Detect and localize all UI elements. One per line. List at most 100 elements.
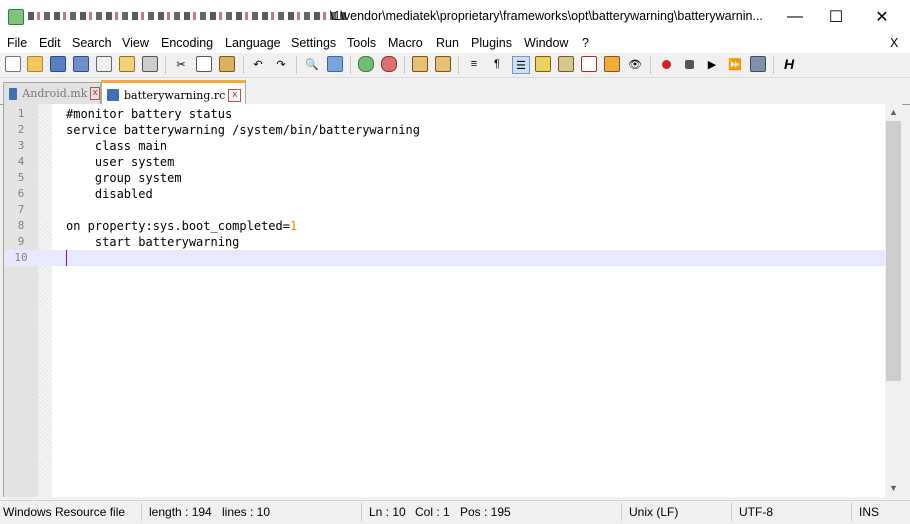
- menu-run[interactable]: Run: [436, 36, 459, 50]
- status-lines: lines : 10: [222, 505, 271, 519]
- maximize-button[interactable]: ☐: [813, 0, 859, 33]
- minimize-button[interactable]: —: [772, 0, 818, 33]
- sync-vertical-icon[interactable]: [412, 56, 428, 72]
- line-number: 9: [17, 235, 25, 248]
- zoom-in-icon[interactable]: [358, 56, 374, 72]
- find-icon[interactable]: 🔍: [304, 56, 320, 72]
- menu-tools[interactable]: Tools: [347, 36, 376, 50]
- print-icon[interactable]: [142, 56, 158, 72]
- line-text-plain: on property:sys.boot_completed=: [66, 219, 290, 233]
- title-bar: \1\vendor\mediatek\proprietary\framework…: [0, 0, 910, 33]
- status-length: length : 194: [149, 505, 212, 519]
- toolbar: ✂ ↶ ↷ 🔍 ≡ ¶ ☰ 👁 ▶ ⏩ H: [0, 53, 910, 78]
- close-document-button[interactable]: X: [890, 36, 898, 50]
- line-number: 3: [17, 139, 25, 152]
- run-macro-multiple-icon[interactable]: ⏩: [727, 56, 743, 72]
- menu-language[interactable]: Language: [225, 36, 281, 50]
- line-number: 5: [17, 171, 25, 184]
- line-text: start batterywarning: [66, 235, 240, 249]
- new-file-icon[interactable]: [5, 56, 21, 72]
- status-line-number: Ln : 10: [369, 505, 406, 519]
- spell-check-icon[interactable]: H: [781, 56, 797, 72]
- editor[interactable]: 1 #monitor battery status 2 service batter…: [3, 104, 886, 497]
- indent-guide-icon[interactable]: ☰: [512, 56, 530, 74]
- save-macro-icon[interactable]: [750, 56, 766, 72]
- code-line[interactable]: 5 group system: [4, 170, 886, 186]
- monitoring-icon[interactable]: 👁: [627, 56, 643, 72]
- code-line[interactable]: 6 disabled: [4, 186, 886, 202]
- vertical-scrollbar[interactable]: ▲ ▼: [885, 104, 902, 497]
- scroll-down-icon[interactable]: ▼: [885, 480, 902, 497]
- number-literal: 1: [289, 219, 298, 233]
- line-text: group system: [66, 171, 182, 185]
- status-file-type: Windows Resource file: [3, 505, 126, 519]
- record-macro-icon[interactable]: [658, 56, 674, 72]
- cut-icon[interactable]: ✂: [173, 56, 189, 72]
- status-bar: Windows Resource file length : 194 lines…: [0, 500, 910, 524]
- undo-icon[interactable]: ↶: [250, 56, 266, 72]
- document-map-icon[interactable]: [558, 56, 574, 72]
- menu-file[interactable]: File: [7, 36, 27, 50]
- open-file-icon[interactable]: [27, 56, 43, 72]
- close-window-button[interactable]: ✕: [859, 0, 905, 33]
- menu-search[interactable]: Search: [72, 36, 112, 50]
- redo-icon[interactable]: ↷: [273, 56, 289, 72]
- line-number: 4: [17, 155, 25, 168]
- menu-window[interactable]: Window: [524, 36, 568, 50]
- tab-label: Android.mk: [22, 87, 88, 100]
- line-number: 1: [17, 107, 25, 120]
- paste-icon[interactable]: [219, 56, 235, 72]
- sync-horizontal-icon[interactable]: [435, 56, 451, 72]
- status-column: Col : 1: [415, 505, 450, 519]
- zoom-out-icon[interactable]: [381, 56, 397, 72]
- file-icon: [9, 87, 18, 100]
- window-title: \1\vendor\mediatek\proprietary\framework…: [330, 9, 763, 23]
- redacted-path: [28, 12, 346, 20]
- stop-recording-icon[interactable]: [681, 56, 697, 72]
- save-icon[interactable]: [50, 56, 66, 72]
- status-encoding[interactable]: UTF-8: [739, 505, 773, 519]
- menu-view[interactable]: View: [122, 36, 149, 50]
- scroll-up-icon[interactable]: ▲: [885, 104, 902, 121]
- code-line[interactable]: 4 user system: [4, 154, 886, 170]
- menu-macro[interactable]: Macro: [388, 36, 423, 50]
- code-line[interactable]: 2 service batterywarning /system/bin/batt…: [4, 122, 886, 138]
- scrollbar-thumb[interactable]: [886, 121, 901, 381]
- playback-macro-icon[interactable]: ▶: [704, 56, 720, 72]
- close-file-icon[interactable]: [96, 56, 112, 72]
- save-all-icon[interactable]: [73, 56, 89, 72]
- menu-edit[interactable]: Edit: [39, 36, 61, 50]
- status-eol[interactable]: Unix (LF): [629, 505, 678, 519]
- tab-bar: Android.mk x batterywarning.rc x: [0, 80, 910, 107]
- code-line[interactable]: 1 #monitor battery status: [4, 106, 886, 122]
- folder-as-workspace-icon[interactable]: [604, 56, 620, 72]
- close-tab-icon[interactable]: x: [228, 88, 242, 102]
- user-defined-language-icon[interactable]: [535, 56, 551, 72]
- function-list-icon[interactable]: [581, 56, 597, 72]
- menu-encoding[interactable]: Encoding: [161, 36, 213, 50]
- code-line[interactable]: 7: [4, 202, 886, 218]
- close-tab-icon[interactable]: x: [90, 87, 100, 100]
- status-insert-mode[interactable]: INS: [859, 505, 879, 519]
- show-all-characters-icon[interactable]: ¶: [489, 56, 505, 72]
- replace-icon[interactable]: [327, 56, 343, 72]
- code-line[interactable]: 3 class main: [4, 138, 886, 154]
- word-wrap-icon[interactable]: ≡: [466, 56, 482, 72]
- close-all-icon[interactable]: [119, 56, 135, 72]
- line-text: service batterywarning /system/bin/batte…: [66, 123, 421, 137]
- tab-android-mk[interactable]: Android.mk x: [3, 82, 101, 104]
- menu-plugins[interactable]: Plugins: [471, 36, 512, 50]
- code-line[interactable]: 9 start batterywarning: [4, 234, 886, 250]
- copy-icon[interactable]: [196, 56, 212, 72]
- tab-label: batterywarning.rc: [124, 88, 226, 102]
- current-line[interactable]: 10: [4, 250, 886, 266]
- status-position: Pos : 195: [460, 505, 511, 519]
- line-text: user system: [66, 155, 175, 169]
- line-text: #monitor battery status: [66, 107, 233, 121]
- code-line[interactable]: 8 on property:sys.boot_completed=1: [4, 218, 886, 234]
- caret: [66, 250, 67, 266]
- line-text: on property:sys.boot_completed=1: [66, 218, 297, 234]
- menu-settings[interactable]: Settings: [291, 36, 336, 50]
- menu-help[interactable]: ?: [582, 36, 589, 50]
- tab-batterywarning-rc[interactable]: batterywarning.rc x: [101, 80, 246, 107]
